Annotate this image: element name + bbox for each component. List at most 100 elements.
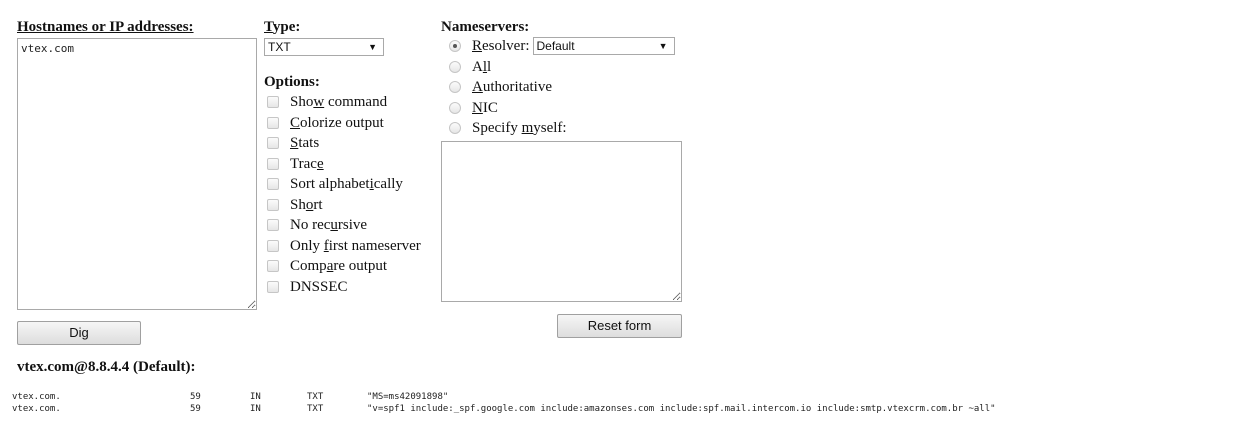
type-column: Type: TXT ▼ Options: Show command Coloriz…: [264, 18, 439, 297]
label-accesskey: m: [521, 120, 534, 137]
radio-label: Specify myself:: [472, 119, 567, 137]
nameserver-radio[interactable]: [449, 60, 461, 73]
option-label: Sort alphabetically: [290, 175, 403, 193]
result-row: vtex.com. 59 IN TXT "v=spf1 include:_spf.goo…: [12, 403, 996, 415]
label-accesskey: R: [472, 38, 483, 55]
label-accesskey: u: [330, 217, 338, 234]
nameservers-title: Nameservers:: [441, 19, 530, 35]
chevron-down-icon: ▼: [658, 41, 668, 52]
label-part: DNSSEC: [290, 278, 348, 295]
hostnames-column: Hostnames or IP addresses: vtex.com: [17, 18, 257, 310]
option-checkbox[interactable]: [267, 96, 279, 109]
nameservers-column: Nameservers: Resolver: Default ▼ All Auth…: [441, 18, 691, 139]
hostnames-textarea[interactable]: vtex.com: [17, 38, 257, 310]
label-part: IC: [482, 99, 498, 116]
label-accesskey: w: [313, 94, 325, 111]
label-part: rsive: [337, 217, 368, 234]
result-name: vtex.com.: [12, 404, 61, 414]
nameservers-textarea[interactable]: [441, 141, 682, 302]
result-type: TXT: [307, 392, 324, 402]
option-checkbox[interactable]: [267, 198, 279, 211]
option-label: Colorize output: [290, 114, 384, 132]
option-row[interactable]: No recursive: [264, 215, 439, 236]
option-row[interactable]: Only first nameserver: [264, 236, 439, 257]
option-row[interactable]: Short: [264, 195, 439, 216]
options-title: Options:: [264, 74, 320, 90]
options-list: Show command Colorize output Stats Trace Sor…: [264, 92, 439, 297]
type-title-accesskey: T: [264, 19, 273, 35]
option-label: Stats: [290, 134, 319, 152]
option-row[interactable]: Trace: [264, 154, 439, 175]
reset-form-button[interactable]: Reset form: [557, 314, 682, 338]
resolver-radio[interactable]: [449, 40, 461, 53]
result-name: vtex.com.: [12, 392, 61, 402]
type-title: Type:: [264, 18, 439, 36]
resolver-select-value: Default: [536, 39, 575, 54]
label-part: tats: [298, 135, 320, 152]
result-title: vtex.com@8.8.4.4 (Default):: [17, 359, 196, 375]
result-output: vtex.com. 59 IN TXT "MS=ms42091898" vtex.com.…: [12, 391, 996, 415]
type-title-rest: ype:: [272, 19, 301, 35]
type-select-value: TXT: [268, 40, 291, 54]
type-select[interactable]: TXT ▼: [264, 38, 384, 56]
label-part: A: [472, 58, 483, 75]
label-accesskey: e: [316, 155, 324, 172]
option-row[interactable]: Stats: [264, 133, 439, 154]
hostnames-title: Hostnames or IP addresses:: [17, 18, 257, 36]
radio-label: Authoritative: [472, 78, 552, 96]
option-checkbox[interactable]: [267, 157, 279, 170]
label-part: l: [487, 58, 492, 75]
option-row[interactable]: Sort alphabetically: [264, 174, 439, 195]
label-part: Trac: [290, 155, 317, 172]
chevron-down-icon: ▼: [368, 42, 377, 52]
option-row[interactable]: DNSSEC: [264, 277, 439, 298]
nameserver-radio-list: Resolver: Default ▼ All Authoritative NIC S…: [441, 36, 691, 139]
result-class: IN: [250, 404, 261, 414]
option-checkbox[interactable]: [267, 239, 279, 252]
option-row[interactable]: Colorize output: [264, 113, 439, 134]
label-part: Sh: [290, 196, 306, 213]
radio-row[interactable]: Specify myself:: [441, 118, 691, 139]
label-part: command: [324, 94, 388, 111]
radio-row[interactable]: NIC: [441, 98, 691, 119]
hostnames-textarea-value: vtex.com: [21, 42, 74, 55]
option-checkbox[interactable]: [267, 178, 279, 191]
hostnames-title-text: Hostnames or IP addresses:: [17, 19, 194, 35]
option-checkbox[interactable]: [267, 116, 279, 129]
radio-label: NIC: [472, 99, 498, 117]
label-part: rt: [313, 196, 323, 213]
label-part: Sho: [290, 94, 314, 111]
option-checkbox[interactable]: [267, 280, 279, 293]
label-part: cally: [373, 176, 403, 193]
radio-row[interactable]: All: [441, 57, 691, 78]
option-label: Only first nameserver: [290, 237, 421, 255]
result-ttl: 59: [190, 404, 201, 414]
result-data: "MS=ms42091898": [367, 392, 449, 402]
result-data: "v=spf1 include:_spf.google.com include:…: [367, 404, 996, 414]
label-part: esolver:: [482, 38, 530, 55]
resolver-select[interactable]: Default ▼: [532, 37, 675, 56]
option-checkbox[interactable]: [267, 219, 279, 232]
radio-label-resolver: Resolver:: [472, 37, 530, 55]
nameserver-radio[interactable]: [449, 122, 461, 135]
label-part: Comp: [290, 258, 327, 275]
label-accesskey: A: [472, 79, 483, 96]
option-row[interactable]: Compare output: [264, 256, 439, 277]
option-label: DNSSEC: [290, 278, 348, 296]
label-part: Only: [290, 237, 324, 254]
option-checkbox[interactable]: [267, 137, 279, 150]
label-part: yself:: [533, 120, 567, 137]
option-row[interactable]: Show command: [264, 92, 439, 113]
option-label: Trace: [290, 155, 324, 173]
option-checkbox[interactable]: [267, 260, 279, 273]
nameserver-radio[interactable]: [449, 101, 461, 114]
dig-button[interactable]: Dig: [17, 321, 141, 345]
label-part: uthoritative: [482, 79, 552, 96]
option-label: No recursive: [290, 216, 367, 234]
radio-row-resolver[interactable]: Resolver: Default ▼: [441, 36, 691, 57]
result-ttl: 59: [190, 392, 201, 402]
label-part: Specify: [472, 120, 522, 137]
nameserver-radio[interactable]: [449, 81, 461, 94]
radio-row[interactable]: Authoritative: [441, 77, 691, 98]
label-part: irst nameserver: [328, 237, 421, 254]
